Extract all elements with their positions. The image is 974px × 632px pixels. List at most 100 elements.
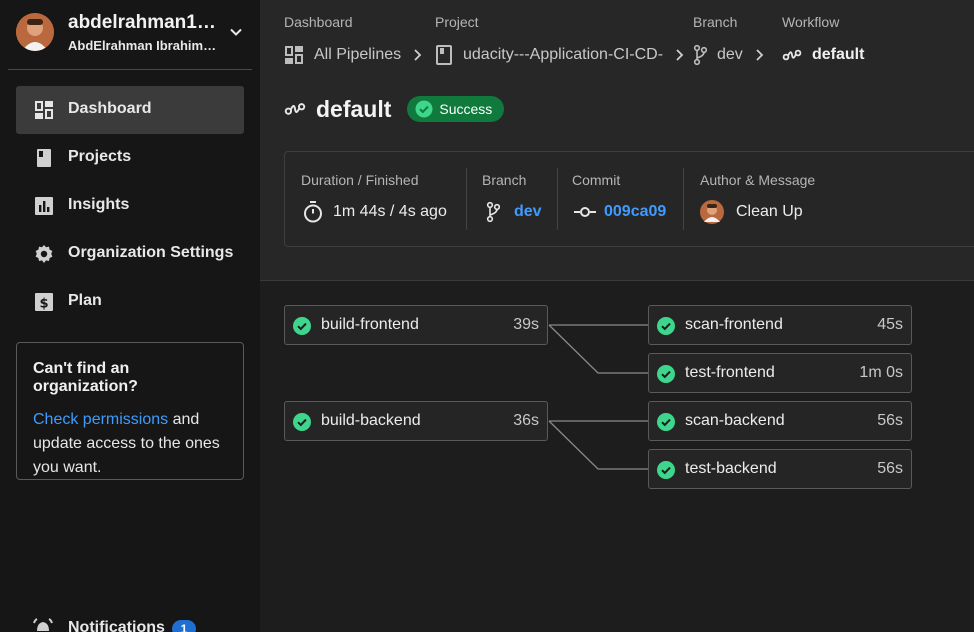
duration-label: Duration / Finished [301, 172, 419, 188]
check-circle-icon [657, 461, 675, 479]
plan-icon: $ [35, 293, 53, 312]
breadcrumb-label: Branch [693, 14, 738, 30]
timer-icon [304, 201, 322, 223]
commit-message: Clean Up [736, 203, 803, 220]
breadcrumb-label: Project [435, 14, 479, 30]
job-build-frontend[interactable]: build-frontend 39s [284, 305, 548, 345]
job-scan-backend[interactable]: scan-backend 56s [648, 401, 912, 441]
breadcrumb-value: dev [717, 46, 743, 63]
chevron-right-icon [756, 49, 764, 61]
sidebar-item-notifications[interactable]: Notifications 1 [32, 617, 252, 632]
breadcrumb-branch-link[interactable]: dev [693, 44, 775, 66]
workflow-info-panel: Duration / Finished 1m 44s / 4s ago Bran… [284, 151, 974, 247]
job-test-frontend[interactable]: test-frontend 1m 0s [648, 353, 912, 393]
avatar [16, 13, 54, 51]
svg-text:$: $ [39, 297, 48, 312]
branch-label: Branch [482, 172, 527, 188]
job-duration: 36s [513, 412, 539, 429]
pipelines-icon [285, 46, 303, 64]
job-name: scan-backend [685, 412, 785, 429]
check-permissions-link[interactable]: Check permissions [33, 411, 168, 428]
user-full-name: AbdElrahman Ibrahim… [68, 38, 217, 53]
author-avatar [700, 200, 724, 224]
commit-icon [574, 207, 596, 217]
job-duration: 56s [877, 460, 903, 477]
job-build-backend[interactable]: build-backend 36s [284, 401, 548, 441]
info-separator [683, 168, 684, 230]
check-circle-icon [657, 365, 675, 383]
gear-icon [35, 245, 53, 263]
chevron-right-icon [414, 49, 422, 61]
check-circle-icon [657, 317, 675, 335]
duration-value-row: 1m 44s / 4s ago [303, 201, 447, 223]
check-circle-icon [293, 317, 311, 335]
job-duration: 56s [877, 412, 903, 429]
breadcrumb-label: Dashboard [284, 14, 353, 30]
branch-icon [693, 44, 707, 66]
check-circle-icon [415, 100, 433, 118]
sidebar-item-organization-settings[interactable]: Organization Settings [16, 230, 244, 278]
projects-icon [37, 149, 51, 167]
user-menu[interactable]: abdelrahman1… AbdElrahman Ibrahim… [16, 12, 252, 56]
breadcrumb-value: All Pipelines [314, 46, 402, 63]
status-text: Success [439, 101, 493, 117]
sidebar: abdelrahman1… AbdElrahman Ibrahim… Dashb… [0, 0, 260, 632]
breadcrumb-branch: Branch dev [693, 14, 764, 66]
breadcrumb-dashboard: Dashboard All Pipelines [284, 14, 422, 64]
branch-icon [486, 201, 500, 223]
breadcrumb-value: default [812, 46, 865, 63]
insights-icon [35, 197, 53, 215]
dashboard-icon [35, 101, 53, 119]
breadcrumb-project: Project udacity---Application-CI-CD- [435, 14, 684, 65]
job-name: test-backend [685, 460, 777, 477]
commit-link[interactable]: 009ca09 [604, 203, 666, 221]
chevron-right-icon [676, 49, 684, 61]
author-label: Author & Message [700, 172, 816, 188]
branch-link[interactable]: dev [514, 203, 542, 221]
sidebar-item-dashboard[interactable]: Dashboard [16, 86, 244, 134]
workflow-header: default Success [284, 94, 505, 124]
workflow-graph: build-frontend 39s scan-frontend 45s tes… [260, 281, 974, 632]
job-name: build-backend [321, 412, 421, 429]
info-separator [557, 168, 558, 230]
job-test-backend[interactable]: test-backend 56s [648, 449, 912, 489]
org-help-text: Check permissions and update access to t… [33, 408, 227, 480]
sidebar-item-insights[interactable]: Insights [16, 182, 244, 230]
job-duration: 45s [877, 316, 903, 333]
commit-value-row[interactable]: 009ca09 [574, 201, 666, 223]
workflow-title: default [316, 95, 392, 122]
username: abdelrahman1… [68, 12, 216, 33]
sidebar-item-label: Plan [68, 292, 102, 309]
main-content: Dashboard All Pipelines Project udacity-… [260, 0, 974, 632]
job-name: test-frontend [685, 364, 775, 381]
commit-label: Commit [572, 172, 621, 188]
job-duration: 39s [513, 316, 539, 333]
job-name: build-frontend [321, 316, 419, 333]
org-help-title: Can't find an organization? [33, 360, 138, 395]
branch-value-row[interactable]: dev [486, 201, 542, 223]
info-separator [466, 168, 467, 230]
notifications-label: Notifications [68, 619, 165, 632]
sidebar-item-label: Dashboard [68, 100, 152, 117]
sidebar-item-label: Organization Settings [68, 244, 234, 261]
sidebar-item-label: Insights [68, 196, 130, 213]
org-help-box: Can't find an organization? Check permis… [16, 342, 244, 480]
status-badge: Success [407, 96, 505, 122]
chevron-down-icon[interactable] [228, 24, 244, 40]
job-scan-frontend[interactable]: scan-frontend 45s [648, 305, 912, 345]
workflow-icon [782, 49, 802, 61]
job-name: scan-frontend [685, 316, 783, 333]
breadcrumb-workflow-current: default [782, 44, 864, 66]
breadcrumb-label: Workflow [782, 14, 840, 30]
sidebar-item-plan[interactable]: $ Plan [16, 278, 244, 326]
notifications-count-badge: 1 [172, 620, 196, 632]
breadcrumb-all-pipelines-link[interactable]: All Pipelines [284, 44, 433, 66]
author-value-row: Clean Up [700, 200, 803, 224]
job-duration: 1m 0s [859, 364, 903, 381]
bell-icon [33, 618, 53, 631]
check-circle-icon [293, 413, 311, 431]
breadcrumb-value: udacity---Application-CI-CD- [463, 46, 664, 63]
sidebar-item-projects[interactable]: Projects [16, 134, 244, 182]
breadcrumb-project-link[interactable]: udacity---Application-CI-CD- [435, 44, 695, 66]
check-circle-icon [657, 413, 675, 431]
